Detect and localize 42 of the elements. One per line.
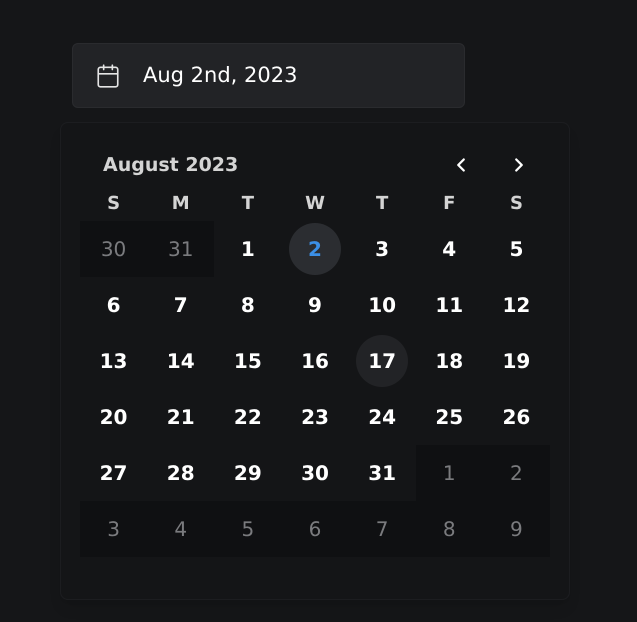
weekday-label: S <box>508 192 524 216</box>
day-button[interactable]: 21 <box>154 391 207 443</box>
day-button[interactable]: 4 <box>423 223 476 275</box>
day-button[interactable]: 12 <box>490 279 542 331</box>
day-button[interactable]: 25 <box>423 391 476 443</box>
calendar-icon <box>95 62 121 88</box>
day-button[interactable]: 26 <box>490 391 542 443</box>
day-button[interactable]: 24 <box>356 391 408 443</box>
day-button[interactable]: 22 <box>222 391 274 443</box>
day-button[interactable]: 7 <box>154 279 207 331</box>
weekday-label: F <box>442 192 456 216</box>
day-button[interactable]: 2 <box>288 223 341 275</box>
day-button[interactable]: 5 <box>490 223 542 275</box>
date-field[interactable]: Aug 2nd, 2023 <box>72 43 465 108</box>
day-button[interactable]: 17 <box>356 335 408 387</box>
day-button[interactable]: 23 <box>288 391 341 443</box>
month-caption: August 2023 <box>103 152 238 178</box>
weekday-label: M <box>170 192 191 216</box>
day-button[interactable]: 16 <box>288 335 341 387</box>
day-button[interactable]: 31 <box>356 447 408 499</box>
day-button[interactable]: 11 <box>423 279 476 331</box>
day-button[interactable]: 3 <box>356 223 408 275</box>
day-button[interactable]: 1 <box>222 223 274 275</box>
day-button[interactable]: 15 <box>222 335 274 387</box>
day-button[interactable]: 30 <box>288 447 341 499</box>
day-button[interactable]: 19 <box>490 335 542 387</box>
day-button[interactable]: 20 <box>88 391 140 443</box>
day-button[interactable]: 10 <box>356 279 408 331</box>
day-button[interactable]: 28 <box>154 447 207 499</box>
weekday-label: T <box>240 192 255 216</box>
day-button[interactable]: 8 <box>222 279 274 331</box>
day-button[interactable]: 9 <box>288 279 341 331</box>
weekday-label: T <box>374 192 390 216</box>
day-button[interactable]: 27 <box>88 447 140 499</box>
day-button[interactable]: 14 <box>154 335 207 387</box>
weekday-label: S <box>106 192 122 216</box>
day-button[interactable]: 13 <box>88 335 140 387</box>
day-button[interactable]: 29 <box>222 447 274 499</box>
weekday-label: W <box>304 192 326 216</box>
day-button[interactable]: 18 <box>423 335 476 387</box>
day-button[interactable]: 6 <box>88 279 140 331</box>
date-value: Aug 2nd, 2023 <box>143 62 298 89</box>
